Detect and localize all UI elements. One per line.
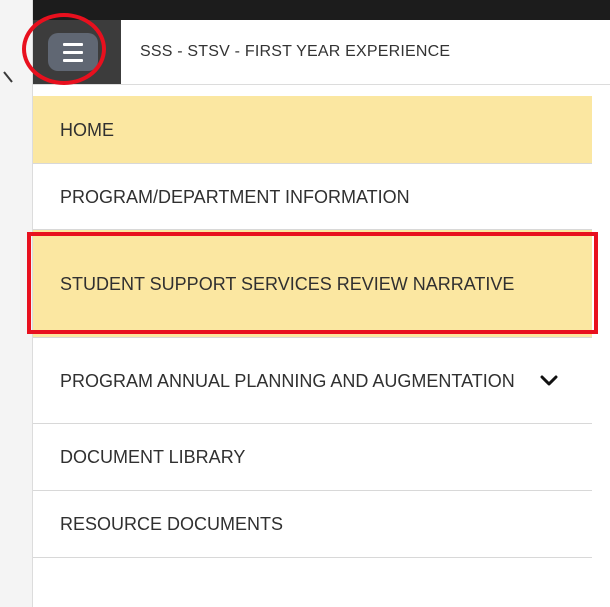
app-header: SSS - STSV - FIRST YEAR EXPERIENCE bbox=[22, 13, 610, 85]
nav-menu: HOME PROGRAM/DEPARTMENT INFORMATION STUD… bbox=[27, 96, 598, 558]
menu-item-label: PROGRAM/DEPARTMENT INFORMATION bbox=[60, 186, 410, 207]
menu-item-label: PROGRAM ANNUAL PLANNING AND AUGMENTATION bbox=[60, 370, 515, 391]
menu-item-label: HOME bbox=[60, 119, 114, 140]
menu-item-label: RESOURCE DOCUMENTS bbox=[60, 514, 284, 534]
left-gutter bbox=[0, 0, 33, 607]
page-title: SSS - STSV - FIRST YEAR EXPERIENCE bbox=[140, 43, 451, 60]
menu-item-document-library[interactable]: DOCUMENT LIBRARY bbox=[33, 424, 592, 491]
menu-item-program-annual-planning[interactable]: PROGRAM ANNUAL PLANNING AND AUGMENTATION bbox=[33, 338, 592, 424]
menu-item-resource-documents[interactable]: RESOURCE DOCUMENTS bbox=[33, 491, 592, 558]
menu-item-label: DOCUMENT LIBRARY bbox=[60, 447, 246, 467]
chevron-down-icon[interactable] bbox=[540, 374, 558, 388]
menu-button-area bbox=[22, 13, 121, 85]
menu-item-program-department-information[interactable]: PROGRAM/DEPARTMENT INFORMATION bbox=[33, 164, 592, 230]
menu-item-home[interactable]: HOME bbox=[33, 96, 592, 164]
back-arrow-icon[interactable] bbox=[2, 70, 16, 86]
menu-item-student-support-services-review-narrative[interactable]: STUDENT SUPPORT SERVICES REVIEW NARRATIV… bbox=[27, 230, 598, 338]
menu-item-label: STUDENT SUPPORT SERVICES REVIEW NARRATIV… bbox=[60, 273, 515, 294]
annotation-circle bbox=[22, 13, 106, 85]
top-bar bbox=[33, 0, 610, 20]
